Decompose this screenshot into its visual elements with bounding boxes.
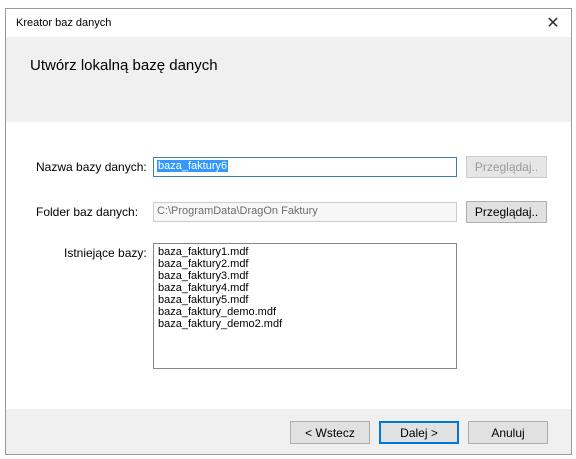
wizard-header: Utwórz lokalną bazę danych	[6, 37, 571, 122]
close-icon[interactable]: ✕	[535, 9, 571, 37]
page-title: Utwórz lokalną bazę danych	[30, 57, 218, 74]
db-name-value: baza_faktury6	[157, 160, 229, 172]
list-item[interactable]: baza_faktury5.mdf	[158, 294, 452, 306]
existing-label: Istniejące bazy:	[64, 246, 147, 260]
dialog-window: Kreator baz danych ✕ Utwórz lokalną bazę…	[5, 8, 572, 455]
browse-folder-button[interactable]: Przeglądaj..	[466, 201, 547, 223]
folder-label: Folder baz danych:	[36, 205, 139, 219]
cancel-button[interactable]: Anuluj	[468, 421, 548, 444]
list-item[interactable]: baza_faktury_demo.mdf	[158, 306, 452, 318]
back-button[interactable]: < Wstecz	[290, 421, 370, 444]
wizard-footer: < Wstecz Dalej > Anuluj	[6, 409, 571, 454]
wizard-content: Nazwa bazy danych: baza_faktury6 Przeglą…	[6, 122, 571, 409]
title-bar: Kreator baz danych ✕	[6, 9, 571, 37]
list-item[interactable]: baza_faktury3.mdf	[158, 270, 452, 282]
browse-name-button[interactable]: Przeglądaj..	[466, 156, 547, 178]
next-button[interactable]: Dalej >	[379, 421, 459, 444]
existing-databases-list[interactable]: baza_faktury1.mdf baza_faktury2.mdf baza…	[153, 243, 457, 369]
folder-input[interactable]: C:\ProgramData\DragOn Faktury	[153, 202, 457, 222]
list-item[interactable]: baza_faktury4.mdf	[158, 282, 452, 294]
list-item[interactable]: baza_faktury1.mdf	[158, 246, 452, 258]
window-title: Kreator baz danych	[16, 17, 112, 29]
db-name-input[interactable]: baza_faktury6	[153, 157, 457, 177]
list-item[interactable]: baza_faktury2.mdf	[158, 258, 452, 270]
db-name-label: Nazwa bazy danych:	[36, 160, 147, 174]
list-item[interactable]: baza_faktury_demo2.mdf	[158, 318, 452, 330]
